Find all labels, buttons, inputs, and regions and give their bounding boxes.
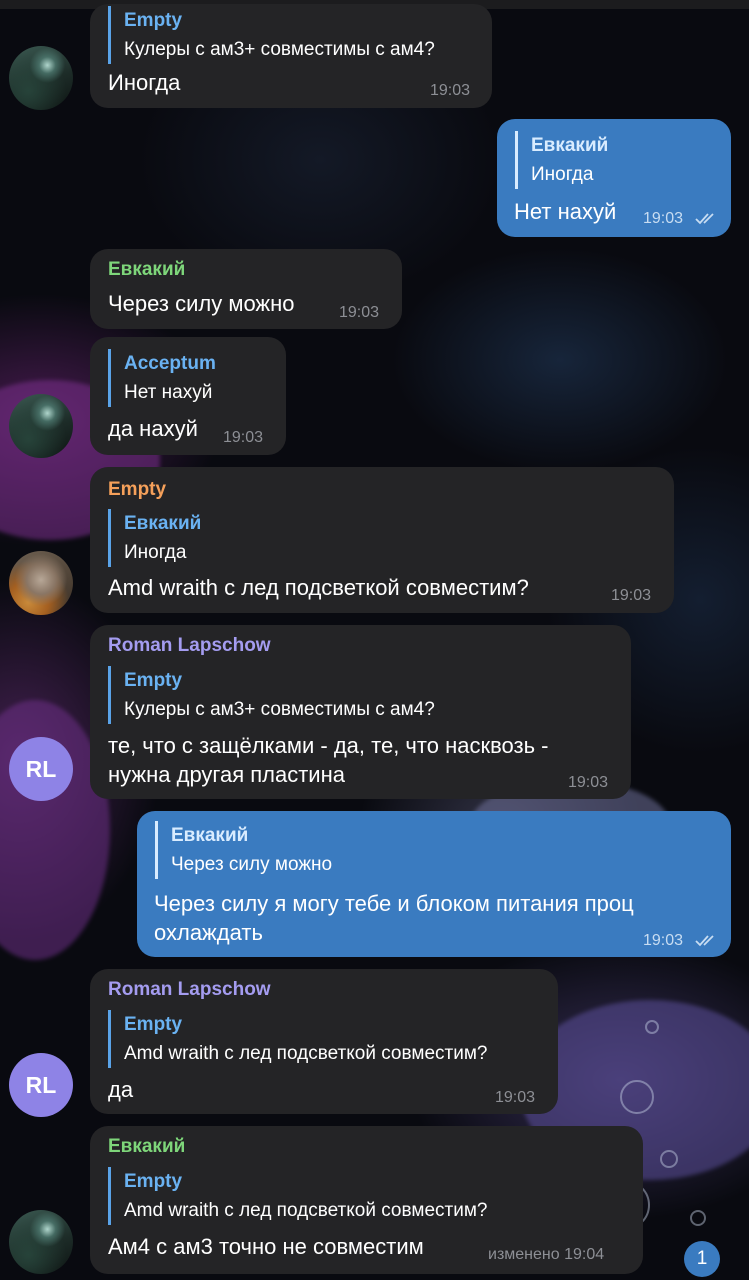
message-bubble[interactable]: Евкакий Через силу можно 19:03: [90, 249, 402, 329]
sender-name[interactable]: Евкакий: [108, 259, 185, 281]
message-text-line-2: охлаждать: [154, 920, 263, 945]
reply-text: Через силу можно: [171, 854, 333, 875]
reply-text: Иногда: [124, 542, 187, 563]
sender-name[interactable]: Евкакий: [108, 1136, 185, 1158]
message-bubble[interactable]: Евкакий Empty Amd wraith с лед подсветко…: [90, 1126, 643, 1274]
message-text: Нет нахуй: [514, 199, 617, 224]
avatar-empty[interactable]: [9, 46, 73, 110]
message-text: Amd wraith с лед подсветкой совместим?: [108, 575, 529, 600]
reply-text: Иногда: [531, 164, 594, 185]
reply-quote[interactable]: Евкакий Иногда: [515, 131, 608, 189]
message-text-line-1: те, что с защёлками - да, те, что наскво…: [108, 733, 549, 758]
reply-text: Amd wraith с лед подсветкой совместим?: [124, 1200, 488, 1221]
message-time: 19:03: [339, 304, 380, 321]
reply-quote[interactable]: Empty Amd wraith с лед подсветкой совмес…: [108, 1010, 487, 1068]
message-text: Через силу можно: [108, 291, 295, 316]
reply-quote[interactable]: Acceptum Нет нахуй: [108, 349, 216, 407]
message-text-line-1: Через силу я могу тебе и блоком питания …: [154, 891, 634, 916]
read-checks-icon: [695, 935, 714, 947]
avatar-acceptum[interactable]: [9, 394, 73, 458]
message-time: 19:03: [430, 82, 471, 99]
message-time: 19:03: [643, 210, 684, 227]
reply-text: Кулеры с ам3+ совместимы с ам4?: [124, 39, 435, 60]
message-text-line-2: нужна другая пластина: [108, 762, 345, 787]
message-text: да нахуй: [108, 416, 198, 441]
reply-quote[interactable]: Empty Кулеры с ам3+ совместимы с ам4?: [108, 666, 435, 724]
reply-text: Нет нахуй: [124, 382, 213, 403]
reply-author: Empty: [124, 1171, 183, 1192]
avatar-evkakiy[interactable]: [9, 1210, 73, 1274]
reply-quote[interactable]: Евкакий Через силу можно: [155, 821, 332, 879]
message-bubble[interactable]: Empty Евкакий Иногда Amd wraith с лед по…: [90, 467, 674, 613]
sender-name[interactable]: Roman Lapschow: [108, 635, 271, 657]
message-time: 19:03: [223, 429, 264, 446]
message-text: да: [108, 1077, 134, 1102]
reply-author: Евкакий: [171, 825, 249, 846]
reply-quote[interactable]: Empty Кулеры с ам3+ совместимы с ам4?: [108, 6, 435, 64]
message-time: 19:03: [568, 774, 609, 791]
avatar-roman-lapschow[interactable]: RL: [9, 737, 73, 801]
message-bubble[interactable]: Empty Кулеры с ам3+ совместимы с ам4? Ин…: [90, 4, 492, 108]
avatar-empty-cat[interactable]: [9, 551, 73, 615]
message-bubble-outgoing[interactable]: Евкакий Через силу можно Через силу я мо…: [137, 811, 731, 957]
message-bubble[interactable]: Roman Lapschow Empty Кулеры с ам3+ совме…: [90, 625, 631, 799]
sender-name[interactable]: Roman Lapschow: [108, 979, 271, 1001]
reply-author: Empty: [124, 670, 183, 691]
message-time: 19:03: [611, 587, 652, 604]
message-text: Ам4 с ам3 точно не совместим: [108, 1234, 424, 1259]
reply-text: Amd wraith с лед подсветкой совместим?: [124, 1043, 488, 1064]
reply-author: Евкакий: [531, 135, 609, 156]
reply-author: Empty: [124, 10, 183, 31]
message-time: 19:03: [495, 1089, 536, 1106]
message-time: 19:03: [643, 932, 684, 949]
avatar-roman-lapschow[interactable]: RL: [9, 1053, 73, 1117]
reply-author: Acceptum: [124, 353, 216, 374]
unread-count-badge[interactable]: 1: [684, 1241, 720, 1277]
reply-quote[interactable]: Евкакий Иногда: [108, 509, 201, 567]
sender-name[interactable]: Empty: [108, 479, 166, 501]
reply-text: Кулеры с ам3+ совместимы с ам4?: [124, 699, 435, 720]
message-bubble-outgoing[interactable]: Евкакий Иногда Нет нахуй 19:03: [497, 119, 731, 237]
message-text: Иногда: [108, 70, 181, 95]
reply-author: Empty: [124, 1014, 183, 1035]
message-time-edited: изменено 19:04: [488, 1246, 605, 1263]
read-checks-icon: [695, 213, 714, 225]
message-bubble[interactable]: Acceptum Нет нахуй да нахуй 19:03: [90, 337, 286, 455]
reply-quote[interactable]: Empty Amd wraith с лед подсветкой совмес…: [108, 1167, 487, 1225]
reply-author: Евкакий: [124, 513, 202, 534]
message-bubble[interactable]: Roman Lapschow Empty Amd wraith с лед по…: [90, 969, 558, 1114]
